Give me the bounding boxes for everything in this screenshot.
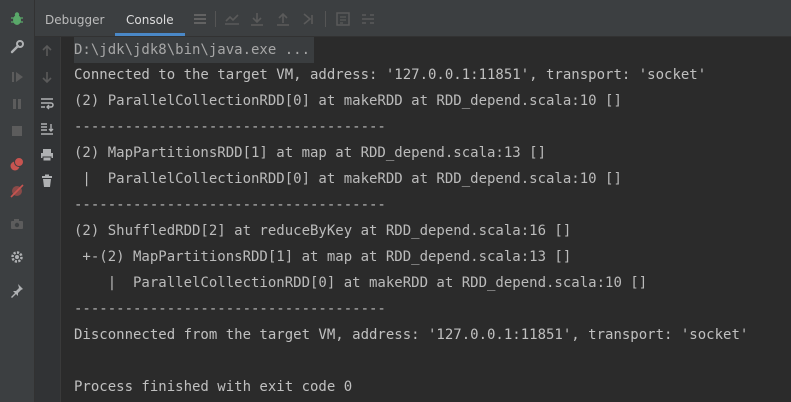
pin-icon[interactable]	[6, 279, 28, 301]
console-output[interactable]: D:\jdk\jdk8\bin\java.exe ... Connected t…	[61, 37, 791, 402]
toolbar-separator	[215, 11, 216, 27]
step-out-icon[interactable]	[274, 10, 292, 28]
console-side-toolbar	[35, 37, 61, 402]
console-line: (2) ParallelCollectionRDD[0] at makeRDD …	[74, 93, 622, 109]
console-line: +-(2) MapPartitionsRDD[1] at map at RDD_…	[74, 249, 572, 265]
console-line: -------------------------------------	[74, 301, 386, 317]
console-line: | ParallelCollectionRDD[0] at makeRDD at…	[74, 171, 622, 187]
active-tab-indicator	[115, 33, 185, 36]
console-line: -------------------------------------	[74, 119, 386, 135]
wrench-icon[interactable]	[6, 36, 28, 58]
tab-console[interactable]: Console	[126, 8, 174, 32]
debug-toolbar: Debugger Console	[35, 0, 791, 37]
console-line: Disconnected from the target VM, address…	[74, 327, 749, 343]
breakpoints-icon[interactable]	[6, 153, 28, 175]
pause-icon[interactable]	[6, 93, 28, 115]
print-icon[interactable]	[38, 146, 56, 164]
run-to-cursor-icon[interactable]	[301, 10, 319, 28]
console-line: | ParallelCollectionRDD[0] at makeRDD at…	[74, 275, 648, 291]
arrow-down-icon[interactable]	[38, 68, 56, 86]
console-line-command[interactable]: D:\jdk\jdk8\bin\java.exe ...	[74, 37, 315, 63]
trash-icon[interactable]	[38, 172, 56, 190]
show-execution-point-icon[interactable]	[223, 10, 241, 28]
arrow-up-icon[interactable]	[38, 42, 56, 60]
toolbar-separator	[325, 11, 326, 27]
camera-icon[interactable]	[6, 213, 28, 235]
console-line-exit: Process finished with exit code 0	[74, 379, 353, 395]
tab-debugger[interactable]: Debugger	[45, 8, 104, 32]
bug-icon[interactable]	[6, 8, 28, 30]
evaluate-expression-icon[interactable]	[334, 10, 352, 28]
soft-wrap-icon[interactable]	[38, 94, 56, 112]
resume-icon[interactable]	[6, 66, 28, 88]
console-line: Connected to the target VM, address: '12…	[74, 67, 707, 83]
debug-side-strip	[0, 0, 35, 402]
console-line: (2) ShuffledRDD[2] at reduceByKey at RDD…	[74, 223, 572, 239]
menu-icon[interactable]	[191, 10, 209, 28]
trace-icon[interactable]	[359, 10, 377, 28]
stop-icon[interactable]	[6, 120, 28, 142]
console-line: -------------------------------------	[74, 197, 386, 213]
mute-breakpoints-icon[interactable]	[6, 180, 28, 202]
settings-icon[interactable]	[6, 246, 28, 268]
scroll-to-end-icon[interactable]	[38, 120, 56, 138]
step-over-icon[interactable]	[248, 10, 266, 28]
console-line: (2) MapPartitionsRDD[1] at map at RDD_de…	[74, 145, 547, 161]
